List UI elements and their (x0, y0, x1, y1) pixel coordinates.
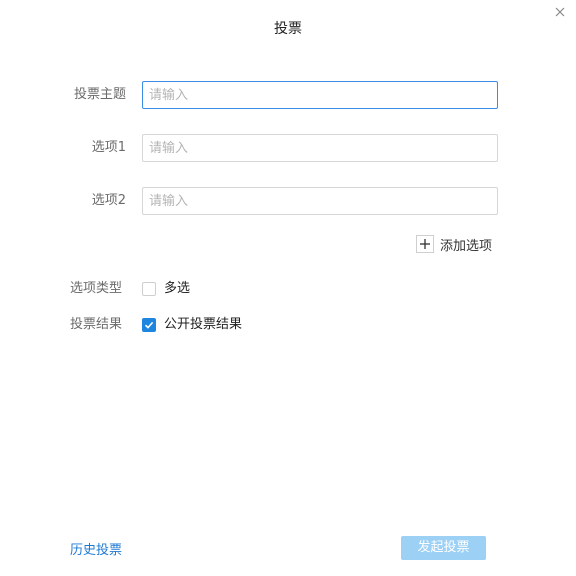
close-button[interactable] (552, 4, 568, 20)
check-icon (144, 321, 154, 329)
history-votes-link[interactable]: 历史投票 (70, 539, 122, 558)
start-vote-button[interactable]: 发起投票 (401, 536, 486, 560)
close-icon (555, 7, 565, 17)
add-option-button[interactable]: 添加选项 (416, 234, 492, 254)
plus-icon (416, 235, 434, 253)
option-1-input[interactable] (142, 134, 498, 162)
result-label: 投票结果 (69, 317, 122, 332)
topic-input[interactable] (142, 81, 498, 109)
topic-row: 投票主题 (0, 81, 576, 109)
option-1-row: 选项1 (0, 134, 576, 162)
option-1-label: 选项1 (91, 140, 126, 155)
option-type-label: 选项类型 (69, 281, 122, 296)
vote-dialog: 投票 投票主题 选项1 选项2 添加选项 选项类型 多选 (0, 0, 576, 576)
multi-select-checkbox[interactable] (142, 282, 156, 296)
result-row: 投票结果 公开投票结果 (0, 315, 576, 335)
option-2-row: 选项2 (0, 187, 576, 215)
option-2-input[interactable] (142, 187, 498, 215)
public-result-checkbox[interactable] (142, 318, 156, 332)
multi-select-label[interactable]: 多选 (164, 279, 190, 299)
public-result-label[interactable]: 公开投票结果 (164, 315, 242, 335)
option-2-label: 选项2 (91, 193, 126, 208)
topic-label: 投票主题 (73, 87, 126, 102)
dialog-title: 投票 (274, 21, 302, 37)
option-type-row: 选项类型 多选 (0, 279, 576, 299)
add-option-label: 添加选项 (440, 238, 493, 254)
